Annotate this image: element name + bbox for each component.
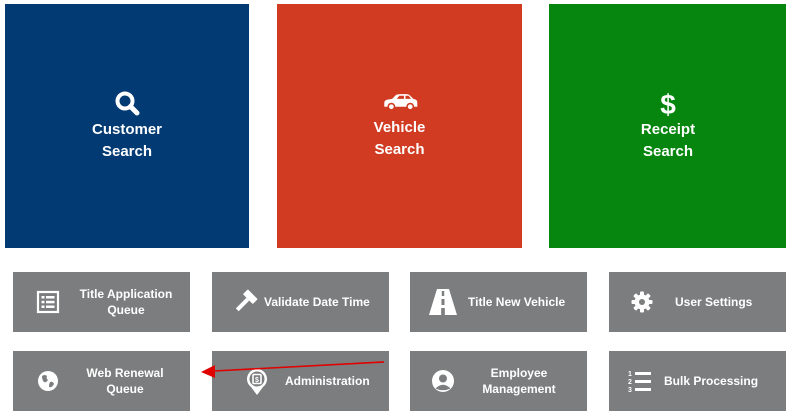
- employee-management-button[interactable]: Employee Management: [410, 351, 587, 411]
- search-icon: [115, 91, 140, 116]
- customer-search-tile[interactable]: Customer Search: [5, 4, 249, 248]
- receipt-search-tile[interactable]: $ Receipt Search: [549, 4, 786, 248]
- svg-text:3: 3: [628, 387, 632, 393]
- gavel-icon: [232, 289, 258, 315]
- badge-icon: $: [244, 366, 270, 396]
- globe-icon: [35, 368, 61, 394]
- receipt-search-line1: Receipt: [640, 121, 696, 138]
- list-icon: [35, 289, 61, 315]
- user-settings-label: User Settings: [675, 295, 753, 309]
- title-new-vehicle-label: Title New Vehicle: [468, 295, 566, 309]
- dashboard: Customer Search Vehicle Search $ Receipt…: [0, 0, 786, 413]
- svg-text:$: $: [660, 89, 676, 117]
- vehicle-search-tile[interactable]: Vehicle Search: [277, 4, 522, 248]
- svg-text:1: 1: [628, 371, 632, 378]
- customer-search-line2: Search: [101, 143, 153, 160]
- title-application-queue-button[interactable]: Title Application Queue: [13, 272, 190, 332]
- bulk-processing-button[interactable]: 1 2 3 Bulk Processing: [609, 351, 786, 411]
- validate-date-time-button[interactable]: Validate Date Time: [212, 272, 389, 332]
- title-application-queue-line1: Title Application: [79, 287, 173, 301]
- user-icon: [430, 368, 456, 394]
- receipt-search-line2: Search: [642, 143, 694, 160]
- gear-icon: [629, 289, 655, 315]
- vehicle-search-line1: Vehicle: [373, 119, 426, 136]
- administration-label: Administration: [285, 374, 370, 388]
- title-new-vehicle-button[interactable]: Title New Vehicle: [410, 272, 587, 332]
- employee-management-line2: Management: [482, 382, 556, 396]
- svg-text:2: 2: [628, 379, 632, 386]
- web-renewal-queue-line2: Queue: [106, 382, 144, 396]
- dollar-icon: $: [660, 89, 676, 117]
- title-application-queue-line2: Queue: [107, 303, 145, 317]
- web-renewal-queue-line1: Web Renewal: [86, 366, 164, 380]
- employee-management-line1: Employee: [490, 366, 548, 380]
- administration-button[interactable]: $ Administration: [212, 351, 389, 411]
- ordered-list-icon: 1 2 3: [626, 368, 652, 394]
- road-icon: [428, 287, 458, 317]
- svg-text:$: $: [255, 377, 259, 384]
- bulk-processing-label: Bulk Processing: [664, 374, 759, 388]
- car-icon: [383, 94, 417, 111]
- web-renewal-queue-button[interactable]: Web Renewal Queue: [13, 351, 190, 411]
- validate-date-time-label: Validate Date Time: [264, 295, 370, 309]
- customer-search-line1: Customer: [91, 121, 162, 138]
- vehicle-search-line2: Search: [374, 141, 425, 158]
- user-settings-button[interactable]: User Settings: [609, 272, 786, 332]
